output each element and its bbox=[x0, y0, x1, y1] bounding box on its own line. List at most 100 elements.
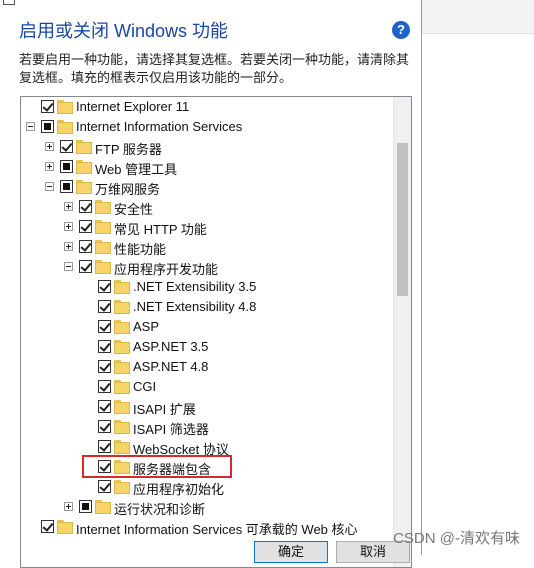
feature-checkbox[interactable] bbox=[79, 200, 92, 213]
tree-item[interactable]: .NET Extensibility 4.8 bbox=[21, 297, 394, 317]
tree-item[interactable]: 性能功能 bbox=[21, 237, 394, 257]
tree-item-label: 性能功能 bbox=[114, 242, 167, 257]
tree-item-label: ISAPI 筛选器 bbox=[133, 422, 209, 437]
expand-icon[interactable] bbox=[64, 202, 73, 211]
tree-item-label: ASP.NET 4.8 bbox=[133, 359, 209, 374]
tree-item[interactable]: CGI bbox=[21, 377, 394, 397]
feature-checkbox[interactable] bbox=[98, 400, 111, 413]
tree-item[interactable]: Web 管理工具 bbox=[21, 157, 394, 177]
tree-item-label: FTP 服务器 bbox=[95, 142, 162, 157]
expand-icon[interactable] bbox=[64, 222, 73, 231]
feature-checkbox[interactable] bbox=[79, 260, 92, 273]
expand-icon[interactable] bbox=[64, 502, 73, 511]
collapse-icon[interactable] bbox=[26, 122, 35, 131]
expand-icon[interactable] bbox=[45, 162, 54, 171]
tree-item[interactable]: ISAPI 扩展 bbox=[21, 397, 394, 417]
dialog-description: 若要启用一种功能，请选择其复选框。若要关闭一种功能，请清除其复选框。填充的框表示… bbox=[19, 52, 410, 85]
tree-item[interactable]: 常见 HTTP 功能 bbox=[21, 217, 394, 237]
folder-icon bbox=[114, 420, 130, 434]
tree-item-label: 服务器端包含 bbox=[133, 462, 212, 477]
folder-icon bbox=[57, 120, 73, 134]
features-tree[interactable]: Internet Explorer 11 Internet Information… bbox=[20, 96, 412, 568]
tree-item[interactable]: ASP.NET 4.8 bbox=[21, 357, 394, 377]
feature-checkbox[interactable] bbox=[41, 520, 54, 533]
tree-item-label: 安全性 bbox=[114, 202, 154, 217]
tree-item[interactable]: 服务器端包含 bbox=[21, 457, 394, 477]
tree-item-label: 运行状况和诊断 bbox=[114, 502, 206, 517]
feature-checkbox[interactable] bbox=[41, 100, 54, 113]
feature-checkbox[interactable] bbox=[60, 180, 73, 193]
tree-item[interactable]: 应用程序开发功能 bbox=[21, 257, 394, 277]
tree-item[interactable]: 运行状况和诊断 bbox=[21, 497, 394, 517]
feature-checkbox[interactable] bbox=[98, 480, 111, 493]
folder-icon bbox=[57, 520, 73, 534]
collapse-icon[interactable] bbox=[45, 182, 54, 191]
tree-item-label: ISAPI 扩展 bbox=[133, 402, 196, 417]
feature-checkbox[interactable] bbox=[79, 500, 92, 513]
tree-item-label: .NET Extensibility 3.5 bbox=[133, 279, 257, 294]
tree-item-label: 常见 HTTP 功能 bbox=[114, 222, 207, 237]
tree-item[interactable]: WebSocket 协议 bbox=[21, 437, 394, 457]
tree-item-label: CGI bbox=[133, 379, 157, 394]
tree-item[interactable]: 万维网服务 bbox=[21, 177, 394, 197]
collapse-icon[interactable] bbox=[64, 262, 73, 271]
expand-icon[interactable] bbox=[45, 142, 54, 151]
folder-icon bbox=[114, 280, 130, 294]
feature-checkbox[interactable] bbox=[98, 360, 111, 373]
feature-checkbox[interactable] bbox=[98, 380, 111, 393]
tree-item-label: WebSocket 协议 bbox=[133, 442, 229, 457]
scrollbar-thumb[interactable] bbox=[397, 143, 408, 296]
tree-item[interactable]: Internet Explorer 11 bbox=[21, 97, 394, 117]
ok-button[interactable]: 确定 bbox=[254, 541, 328, 563]
tree-item-label: ASP bbox=[133, 319, 160, 334]
feature-checkbox[interactable] bbox=[60, 160, 73, 173]
feature-checkbox[interactable] bbox=[98, 440, 111, 453]
folder-icon bbox=[114, 360, 130, 374]
feature-checkbox[interactable] bbox=[98, 420, 111, 433]
feature-checkbox[interactable] bbox=[79, 240, 92, 253]
folder-icon bbox=[95, 260, 111, 274]
tree-item[interactable]: Internet Information Services 可承载的 Web 核… bbox=[21, 517, 394, 537]
folder-icon bbox=[76, 140, 92, 154]
tree-item-label: Internet Information Services 可承载的 Web 核… bbox=[76, 522, 358, 537]
tree-item-label: 万维网服务 bbox=[95, 182, 161, 197]
folder-icon bbox=[95, 220, 111, 234]
dialog-title: 启用或关闭 Windows 功能 bbox=[19, 21, 229, 41]
tree-item[interactable]: ASP.NET 3.5 bbox=[21, 337, 394, 357]
folder-icon bbox=[114, 340, 130, 354]
feature-checkbox[interactable] bbox=[98, 340, 111, 353]
folder-icon bbox=[114, 400, 130, 414]
tree-item[interactable]: FTP 服务器 bbox=[21, 137, 394, 157]
feature-checkbox[interactable] bbox=[98, 320, 111, 333]
expand-icon[interactable] bbox=[64, 242, 73, 251]
tree-item-label: .NET Extensibility 4.8 bbox=[133, 299, 257, 314]
watermark: CSDN @-清欢有味 bbox=[393, 530, 520, 547]
feature-checkbox[interactable] bbox=[98, 460, 111, 473]
folder-icon bbox=[95, 200, 111, 214]
feature-checkbox[interactable] bbox=[98, 300, 111, 313]
tree-item[interactable]: 安全性 bbox=[21, 197, 394, 217]
tree-item[interactable]: ISAPI 筛选器 bbox=[21, 417, 394, 437]
tree-item-label: 应用程序开发功能 bbox=[114, 262, 219, 277]
tree-item[interactable]: 应用程序初始化 bbox=[21, 477, 394, 497]
window-icon bbox=[3, 0, 15, 5]
folder-icon bbox=[114, 440, 130, 454]
tree-item[interactable]: Internet Information Services bbox=[21, 117, 394, 137]
folder-icon bbox=[57, 100, 73, 114]
help-icon[interactable]: ? bbox=[392, 21, 410, 39]
tree-item-label: ASP.NET 3.5 bbox=[133, 339, 209, 354]
tree-item-label: Internet Information Services bbox=[76, 119, 243, 134]
background-window-bar bbox=[422, 0, 534, 34]
tree-scrollbar[interactable] bbox=[393, 97, 411, 567]
folder-icon bbox=[114, 300, 130, 314]
tree-item[interactable]: ASP bbox=[21, 317, 394, 337]
feature-checkbox[interactable] bbox=[98, 280, 111, 293]
folder-icon bbox=[114, 380, 130, 394]
folder-icon bbox=[76, 160, 92, 174]
feature-checkbox[interactable] bbox=[79, 220, 92, 233]
feature-checkbox[interactable] bbox=[60, 140, 73, 153]
tree-item[interactable]: .NET Extensibility 3.5 bbox=[21, 277, 394, 297]
folder-icon bbox=[114, 320, 130, 334]
folder-icon bbox=[95, 500, 111, 514]
feature-checkbox[interactable] bbox=[41, 120, 54, 133]
